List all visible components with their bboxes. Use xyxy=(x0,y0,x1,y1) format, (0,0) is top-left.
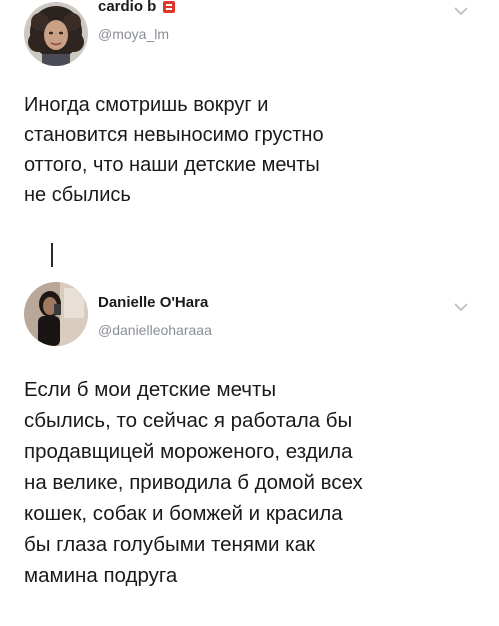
avatar[interactable] xyxy=(24,282,88,346)
thread-connector-line xyxy=(51,243,53,267)
tweet-text: Иногда смотришь вокруг и становится невы… xyxy=(24,94,324,206)
profile-photo-icon xyxy=(24,2,88,66)
chevron-down-icon[interactable] xyxy=(453,302,469,312)
tweet-text: Если б мои детские мечты сбылись, то сей… xyxy=(24,378,363,587)
display-name[interactable]: cardio b xyxy=(98,0,156,15)
chevron-down-icon[interactable] xyxy=(453,6,469,16)
user-handle[interactable]: @moya_lm xyxy=(98,26,169,42)
author-name-line: cardio b xyxy=(98,0,176,15)
user-handle[interactable]: @danielleoharaaa xyxy=(98,322,212,338)
profile-photo-icon xyxy=(24,282,88,346)
display-name[interactable]: Danielle O'Hara xyxy=(98,294,208,311)
avatar[interactable] xyxy=(24,2,88,66)
red-emoji-badge-icon xyxy=(162,0,176,14)
tweet-card: cardio b @moya_lm Иногда смотришь вокруг… xyxy=(0,0,499,240)
tweet-card: Danielle O'Hara @danielleoharaaa Если б … xyxy=(0,278,499,626)
author-name-line: Danielle O'Hara xyxy=(98,294,208,311)
